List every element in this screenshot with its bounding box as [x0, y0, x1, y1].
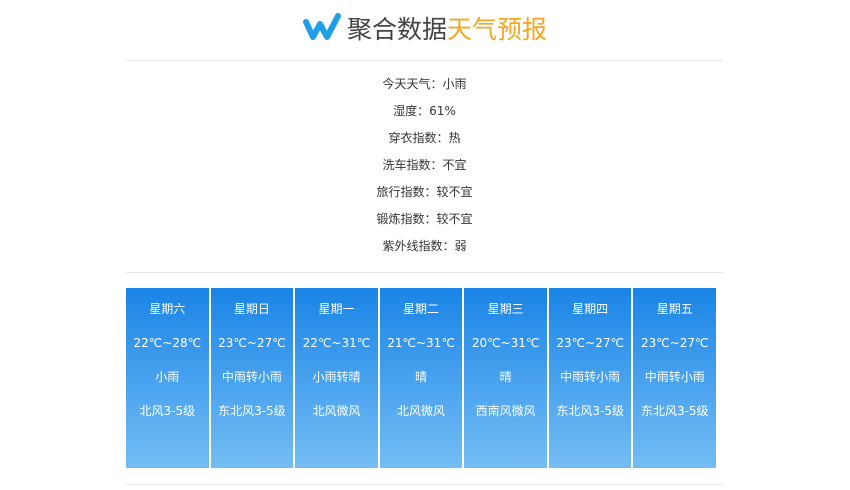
today-item-value: 热	[448, 131, 461, 145]
today-item-label: 旅行指数	[376, 185, 425, 199]
forecast-weather: 小雨转晴	[312, 370, 361, 384]
weather-page: 聚合数据 天气预报 今天天气：小雨 湿度：61% 穿衣指数：热 洗车指数：不宜 旅行指数…	[0, 0, 850, 490]
today-item-value: 61%	[429, 104, 456, 118]
forecast-row: 星期六 22℃~28℃ 小雨北风3-5级 星期日 23℃~27℃ 中雨转小雨东北风3-5级…	[126, 288, 717, 468]
page-header: 聚合数据 天气预报	[0, 8, 850, 48]
forecast-day-card: 星期五 23℃~27℃ 中雨转小雨东北风3-5级	[633, 288, 717, 468]
today-item-separator: ：	[436, 131, 449, 145]
today-weather-list: 今天天气：小雨 湿度：61% 穿衣指数：热 洗车指数：不宜 旅行指数：较不宜 锻炼指数：较…	[126, 71, 723, 260]
forecast-week: 星期一	[318, 302, 355, 316]
forecast-week: 星期六	[149, 302, 186, 316]
today-item: 今天天气：小雨	[126, 71, 723, 98]
forecast-week: 星期日	[233, 302, 270, 316]
forecast-wind: 西南风微风	[475, 404, 536, 418]
forecast-week: 星期四	[572, 302, 609, 316]
today-item-value: 弱	[454, 239, 467, 253]
forecast-temp: 20℃~31℃	[471, 336, 540, 350]
today-item-value: 不宜	[442, 158, 467, 172]
forecast-week: 星期二	[403, 302, 440, 316]
today-item-separator: ：	[442, 239, 455, 253]
forecast-day-card: 星期一 22℃~31℃ 小雨转晴北风微风	[295, 288, 378, 468]
forecast-wind: 东北风3-5级	[556, 404, 624, 418]
today-item: 穿衣指数：热	[126, 125, 723, 152]
forecast-temp: 23℃~27℃	[218, 336, 286, 350]
today-item-separator: ：	[424, 212, 437, 226]
forecast-day-card: 星期四 23℃~27℃ 中雨转小雨东北风3-5级	[548, 288, 632, 468]
forecast-wind: 东北风3-5级	[640, 404, 709, 418]
today-item: 洗车指数：不宜	[126, 152, 723, 179]
today-item: 湿度：61%	[126, 98, 723, 125]
forecast-day-card: 星期二 21℃~31℃ 晴北风微风	[379, 288, 463, 468]
forecast-temp: 22℃~31℃	[302, 336, 371, 350]
forecast-weather: 小雨	[155, 370, 180, 384]
today-item-value: 较不宜	[436, 212, 473, 226]
today-item-label: 锻炼指数	[376, 212, 425, 226]
today-item-separator: ：	[430, 158, 443, 172]
forecast-wind: 北风微风	[397, 404, 446, 418]
today-item: 锻炼指数：较不宜	[126, 206, 723, 233]
today-item-label: 洗车指数	[382, 158, 431, 172]
divider-bottom	[126, 484, 723, 485]
today-item-label: 紫外线指数	[382, 239, 443, 253]
today-item-label: 湿度	[393, 104, 418, 118]
today-item-label: 今天天气	[382, 77, 431, 91]
today-item: 紫外线指数：弱	[126, 233, 723, 260]
today-item-value: 小雨	[442, 77, 467, 91]
forecast-week: 星期三	[487, 302, 524, 316]
today-item: 旅行指数：较不宜	[126, 179, 723, 206]
forecast-weather: 中雨转小雨	[644, 370, 705, 384]
forecast-weather: 中雨转小雨	[221, 370, 282, 384]
brand-name: 聚合数据	[346, 15, 447, 44]
juhe-w-logo-icon	[302, 13, 341, 40]
forecast-temp: 23℃~27℃	[640, 336, 709, 350]
forecast-day-card: 星期三 20℃~31℃ 晴西南风微风	[464, 288, 547, 468]
forecast-day-card: 星期六 22℃~28℃ 小雨北风3-5级	[126, 288, 209, 468]
forecast-wind: 北风3-5级	[139, 404, 196, 418]
forecast-weather: 中雨转小雨	[560, 370, 621, 384]
today-item-label: 穿衣指数	[388, 131, 437, 145]
forecast-weather: 晴	[499, 370, 512, 384]
divider-middle	[126, 272, 723, 273]
forecast-week: 星期五	[656, 302, 693, 316]
today-item-value: 较不宜	[436, 185, 473, 199]
divider-top	[126, 60, 723, 61]
logo: 聚合数据 天气预报	[302, 10, 548, 46]
forecast-temp: 21℃~31℃	[387, 336, 455, 350]
forecast-weather: 晴	[415, 370, 428, 384]
today-item-separator: ：	[417, 104, 430, 118]
today-item-separator: ：	[430, 77, 443, 91]
forecast-wind: 东北风3-5级	[218, 404, 286, 418]
brand-accent: 天气预报	[447, 15, 548, 44]
forecast-wind: 北风微风	[312, 404, 361, 418]
forecast-temp: 22℃~28℃	[133, 336, 202, 350]
forecast-day-card: 星期日 23℃~27℃ 中雨转小雨东北风3-5级	[210, 288, 294, 468]
today-item-separator: ：	[424, 185, 437, 199]
forecast-temp: 23℃~27℃	[556, 336, 624, 350]
